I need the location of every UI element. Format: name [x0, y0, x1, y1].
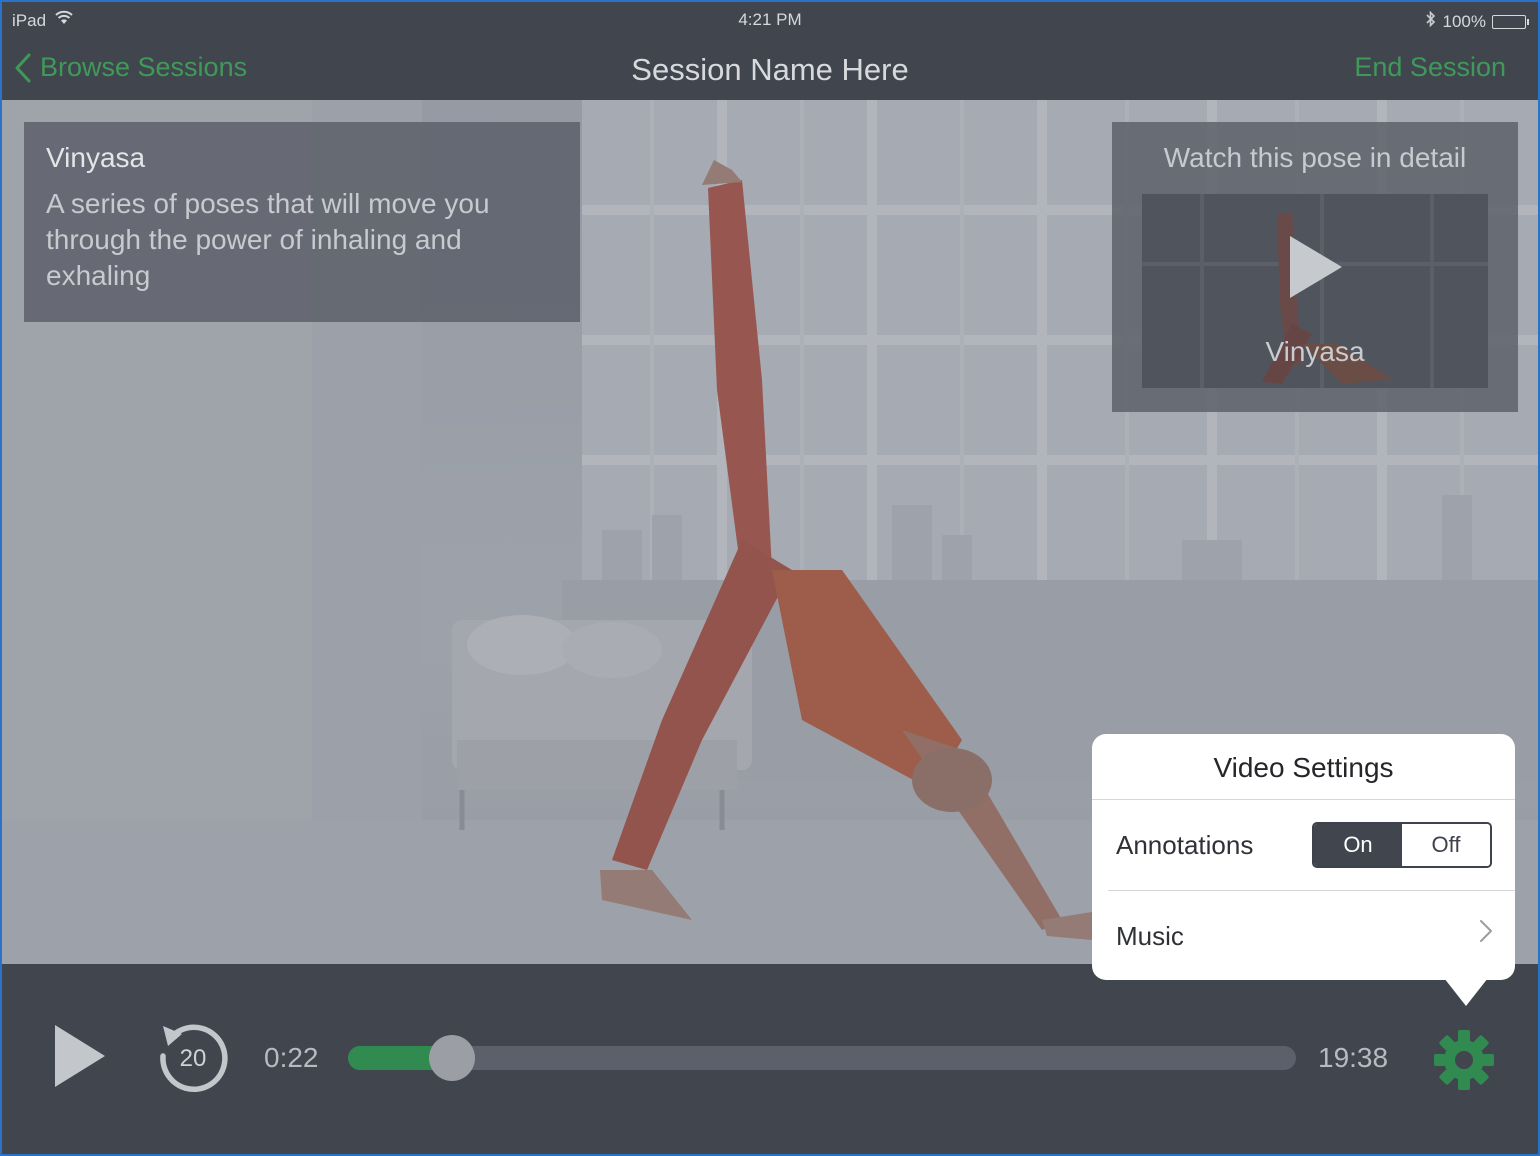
rewind-seconds: 20	[179, 1045, 207, 1072]
popover-title: Video Settings	[1213, 752, 1394, 783]
annotations-row: Annotations On Off	[1092, 800, 1515, 890]
pose-description: A series of poses that will move you thr…	[46, 188, 490, 291]
progress-slider[interactable]	[348, 1035, 1296, 1081]
pose-name: Vinyasa	[46, 142, 146, 173]
popover-arrow	[1444, 978, 1488, 1006]
status-bar: iPad 4:21 PM 100%	[2, 2, 1538, 36]
video-settings-popover: Video Settings Annotations On Off Music	[1092, 734, 1515, 1006]
chevron-right-icon	[1479, 919, 1493, 948]
thumbnail-label: Vinyasa	[1265, 336, 1365, 367]
elapsed-time: 0:22	[264, 1042, 319, 1073]
total-time: 19:38	[1318, 1042, 1389, 1073]
pose-detail-title: Watch this pose in detail	[1163, 142, 1467, 173]
settings-button[interactable]	[1432, 1028, 1496, 1097]
music-label: Music	[1116, 921, 1184, 951]
rewind-20-button[interactable]: 20	[154, 1020, 230, 1096]
battery-percent: 100%	[1442, 11, 1486, 31]
bluetooth-icon	[1425, 10, 1437, 33]
play-icon	[55, 1025, 105, 1087]
gear-icon	[1434, 1030, 1494, 1090]
pose-detail-card: Watch this pose in detail Vinyasa	[1112, 122, 1518, 412]
pose-info-card: Vinyasa A series of poses that will move…	[24, 122, 580, 322]
annotations-toggle[interactable]: On Off	[1312, 822, 1492, 868]
annotations-off-option[interactable]: Off	[1402, 824, 1490, 866]
end-session-button[interactable]: End Session	[1354, 52, 1506, 83]
progress-knob[interactable]	[429, 1035, 475, 1081]
play-button[interactable]	[52, 1022, 108, 1095]
playback-controls: 20 0:22 19:38	[2, 964, 1538, 1154]
app-window: iPad 4:21 PM 100% Browse Sessions Sessio…	[0, 0, 1540, 1156]
play-icon	[1288, 234, 1344, 305]
annotations-label: Annotations	[1116, 830, 1254, 860]
music-row[interactable]: Music	[1092, 891, 1515, 979]
status-time: 4:21 PM	[738, 10, 802, 29]
pose-video-thumbnail[interactable]: Vinyasa	[1142, 194, 1488, 388]
battery-icon	[1492, 14, 1529, 29]
session-title: Session Name Here	[631, 52, 909, 87]
navigation-bar: Browse Sessions Session Name Here End Se…	[2, 36, 1538, 100]
annotations-on-option[interactable]: On	[1314, 824, 1402, 866]
